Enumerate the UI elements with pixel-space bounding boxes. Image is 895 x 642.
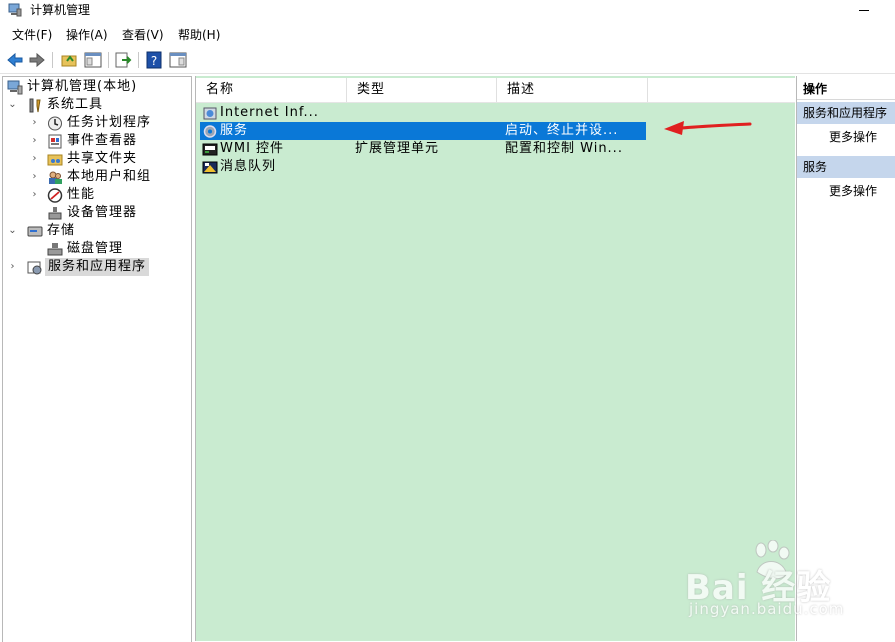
tree-label: 磁盘管理 bbox=[67, 241, 124, 256]
list-item-wmi-control[interactable]: WMI 控件 扩展管理单元 配置和控制 Win... bbox=[200, 140, 646, 158]
menu-help[interactable]: 帮助(H) bbox=[176, 27, 222, 43]
show-hide-action-pane-icon[interactable] bbox=[168, 50, 188, 70]
cell-type: 扩展管理单元 bbox=[355, 141, 440, 156]
cell-name: 消息队列 bbox=[220, 159, 277, 174]
baidu-jingyan-watermark: Bai 经验 jingyan.baidu.com bbox=[685, 540, 865, 630]
svg-text:?: ? bbox=[151, 54, 157, 68]
toolbar: ? bbox=[0, 47, 895, 74]
shared-folders-icon bbox=[47, 154, 63, 166]
tree-label: 服务和应用程序 bbox=[45, 258, 150, 276]
export-list-icon[interactable] bbox=[113, 50, 133, 70]
tree-label: 系统工具 bbox=[47, 97, 104, 112]
menu-file[interactable]: 文件(F) bbox=[10, 27, 54, 43]
computer-management-app-icon bbox=[8, 3, 22, 17]
red-arrow-annotation bbox=[664, 121, 752, 135]
title-bar: 计算机管理 bbox=[0, 0, 895, 20]
cell-name: 服务 bbox=[220, 123, 249, 138]
event-viewer-icon bbox=[48, 134, 62, 149]
back-arrow-icon[interactable] bbox=[5, 50, 25, 70]
list-item-iis[interactable]: Internet Inf... bbox=[200, 104, 646, 122]
cell-description: 配置和控制 Win... bbox=[505, 141, 623, 156]
chevron-right-icon[interactable]: › bbox=[30, 114, 40, 132]
list-item-services[interactable]: 服务 启动、终止并设... bbox=[200, 122, 646, 140]
window-title: 计算机管理 bbox=[30, 3, 91, 17]
more-actions-link[interactable]: 更多操作 bbox=[829, 128, 877, 146]
menu-view[interactable]: 查看(V) bbox=[120, 27, 166, 43]
action-section-services[interactable]: 服务 bbox=[797, 156, 895, 178]
list-item-message-queuing[interactable]: 消息队列 bbox=[200, 158, 646, 176]
more-actions-link[interactable]: 更多操作 bbox=[829, 182, 877, 200]
chevron-right-icon[interactable]: › bbox=[30, 150, 40, 168]
column-header-type[interactable]: 类型 bbox=[347, 78, 497, 102]
device-manager-icon bbox=[48, 207, 62, 220]
iis-icon bbox=[203, 107, 217, 120]
forward-arrow-icon[interactable] bbox=[27, 50, 47, 70]
column-header-description[interactable]: 描述 bbox=[497, 78, 648, 102]
services-apps-icon bbox=[27, 261, 42, 275]
cell-name: Internet Inf... bbox=[220, 105, 319, 120]
chevron-down-icon[interactable]: ⌄ bbox=[8, 222, 18, 240]
system-tools-icon bbox=[29, 98, 41, 113]
chevron-right-icon[interactable]: › bbox=[8, 258, 18, 276]
watermark-url: jingyan.baidu.com bbox=[689, 600, 845, 618]
toolbar-separator bbox=[52, 52, 53, 68]
column-header-name[interactable]: 名称 bbox=[196, 78, 347, 102]
tree-label: 计算机管理(本地) bbox=[27, 79, 138, 94]
help-icon[interactable]: ? bbox=[144, 50, 164, 70]
toolbar-separator bbox=[138, 52, 139, 68]
disk-management-icon bbox=[47, 243, 63, 256]
tree-label: 设备管理器 bbox=[67, 205, 138, 220]
tree-label: 性能 bbox=[67, 187, 96, 202]
menu-action[interactable]: 操作(A) bbox=[64, 27, 110, 43]
tree-label: 本地用户和组 bbox=[67, 169, 152, 184]
menu-bar: 文件(F) 操作(A) 查看(V) 帮助(H) bbox=[0, 25, 895, 45]
computer-management-icon bbox=[7, 80, 23, 95]
up-folder-icon[interactable] bbox=[59, 50, 79, 70]
chevron-right-icon[interactable]: › bbox=[30, 186, 40, 204]
chevron-down-icon[interactable]: ⌄ bbox=[8, 96, 18, 114]
chevron-right-icon[interactable]: › bbox=[30, 132, 40, 150]
message-queue-icon bbox=[202, 161, 218, 174]
performance-icon bbox=[47, 188, 63, 203]
toolbar-separator bbox=[108, 52, 109, 68]
show-hide-tree-icon[interactable] bbox=[83, 50, 103, 70]
local-users-icon bbox=[49, 171, 62, 184]
actions-header: 操作 bbox=[797, 78, 895, 100]
tree-label: 存储 bbox=[47, 223, 76, 238]
chevron-right-icon[interactable]: › bbox=[30, 168, 40, 186]
tree-label: 事件查看器 bbox=[67, 133, 138, 148]
cell-description: 启动、终止并设... bbox=[505, 123, 619, 138]
tree-label: 共享文件夹 bbox=[67, 151, 138, 166]
wmi-icon bbox=[202, 143, 218, 156]
list-header: 名称 类型 描述 bbox=[196, 78, 795, 103]
storage-icon bbox=[27, 226, 43, 237]
services-gear-icon bbox=[203, 125, 217, 138]
task-scheduler-icon bbox=[48, 116, 62, 131]
cell-name: WMI 控件 bbox=[220, 141, 285, 156]
console-tree: 计算机管理(本地) ⌄ 系统工具 › 任务计划程序 › 事件查看器 › 共享文件… bbox=[2, 76, 192, 642]
action-section-services-and-applications[interactable]: 服务和应用程序 bbox=[797, 102, 895, 124]
tree-label: 任务计划程序 bbox=[67, 115, 152, 130]
minimize-button[interactable] bbox=[852, 4, 876, 16]
